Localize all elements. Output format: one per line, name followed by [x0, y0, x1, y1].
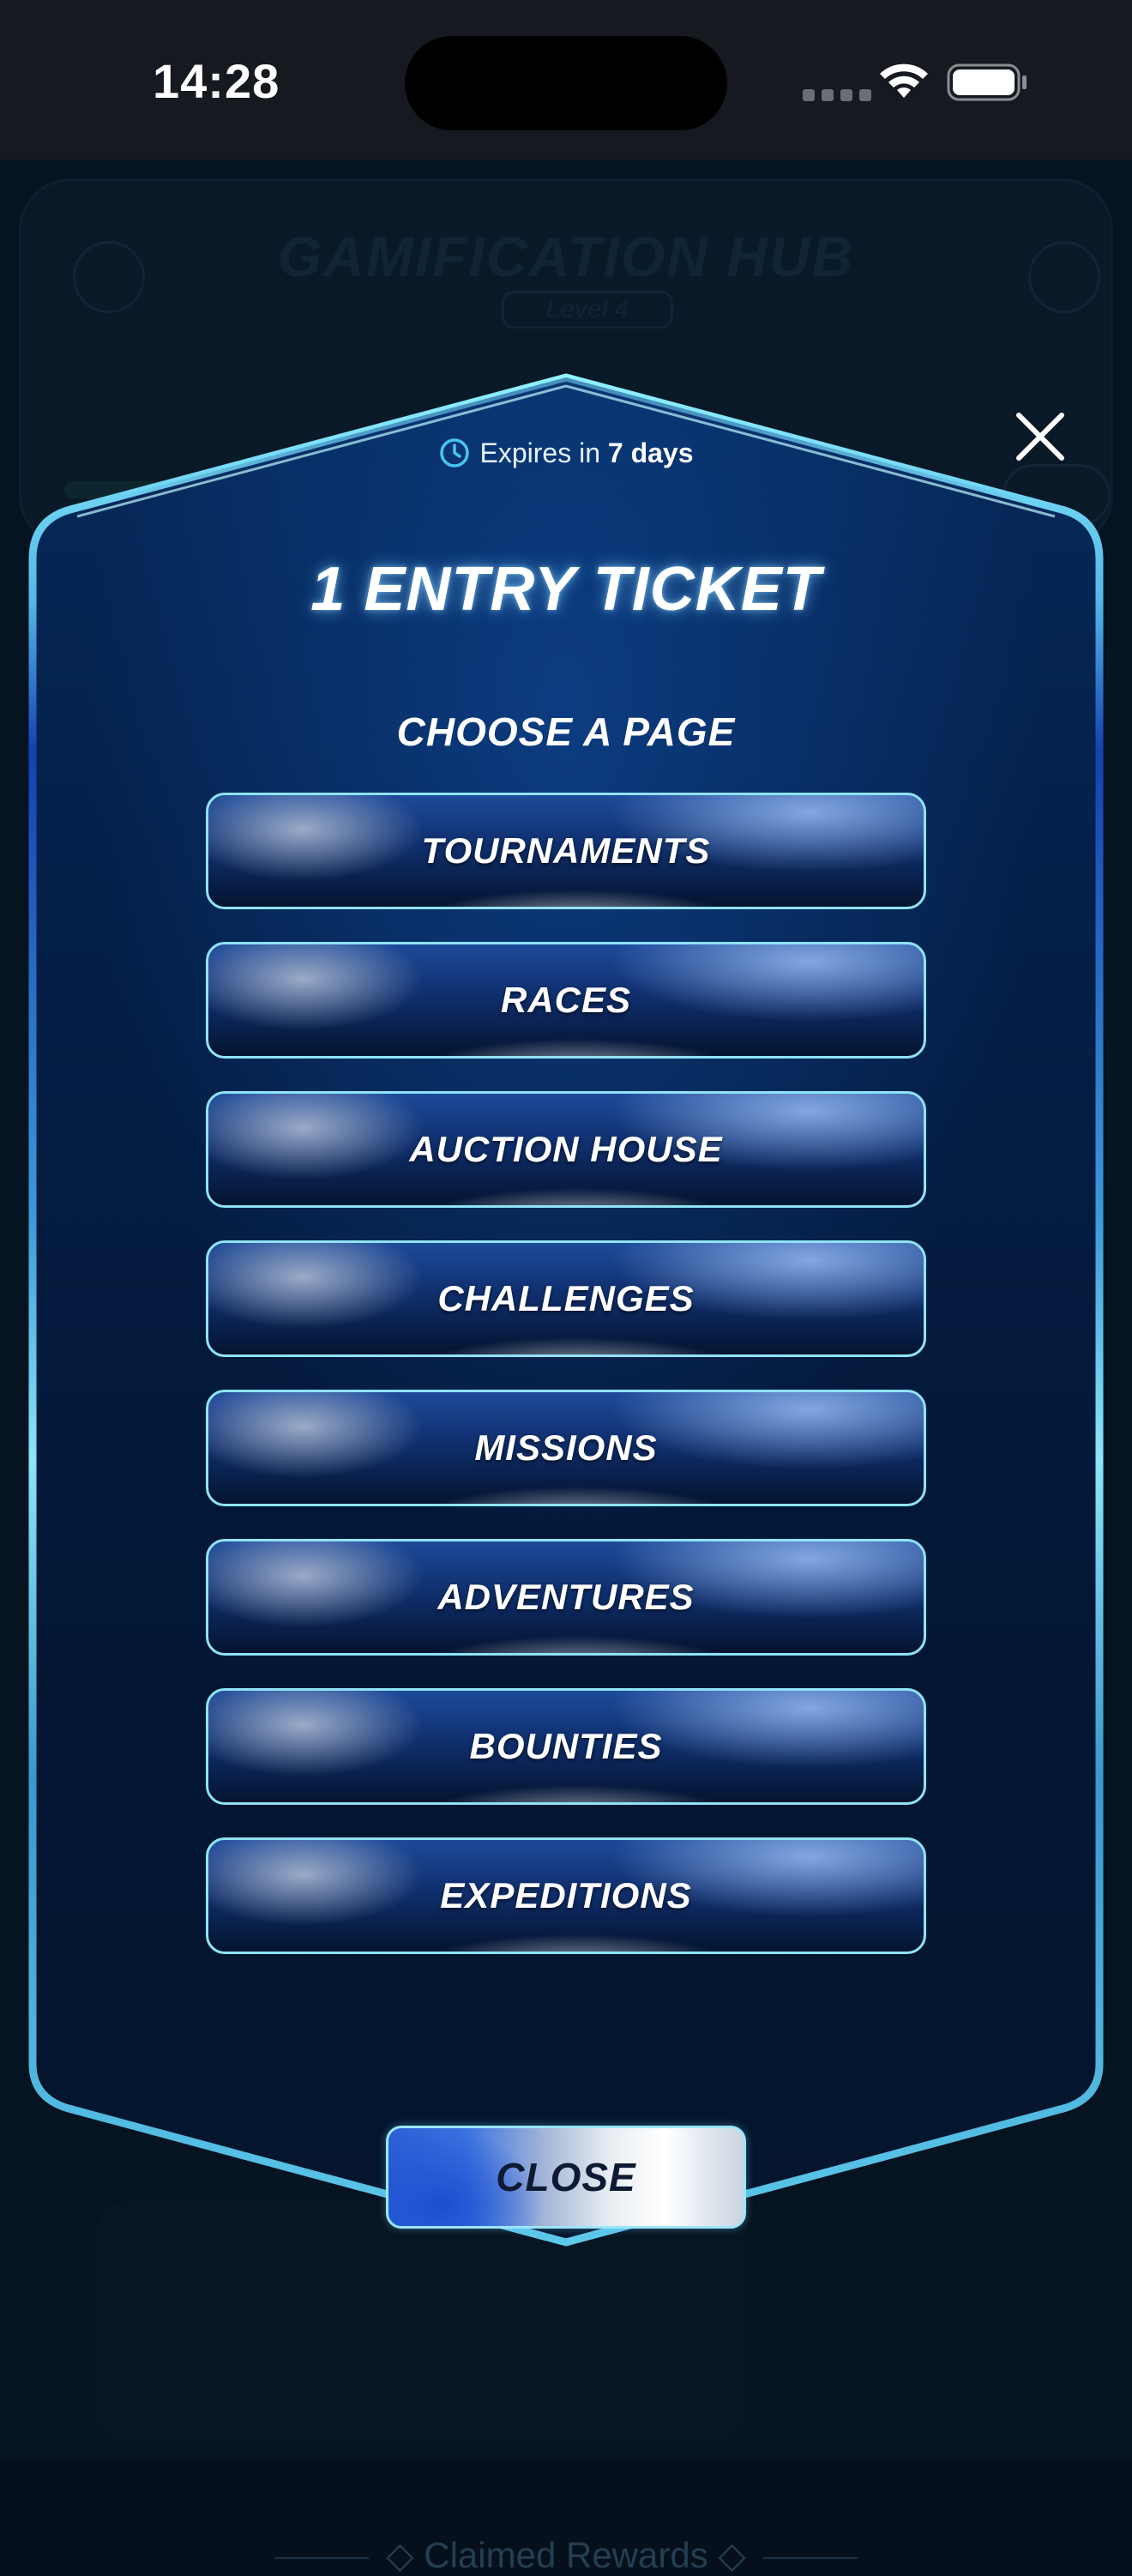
close-button-label: CLOSE [496, 2155, 636, 2199]
choose-page-label: CHOOSE A PAGE [396, 709, 736, 754]
clock-icon [440, 437, 470, 468]
cellular-signal-icon [803, 89, 871, 101]
page-button-missions[interactable]: MISSIONS [206, 1390, 926, 1506]
page-button-races[interactable]: RACES [206, 942, 926, 1059]
page-button-tournaments[interactable]: TOURNAMENTS [206, 793, 926, 909]
status-time: 14:28 [153, 54, 280, 108]
page-button-adventures[interactable]: ADVENTURES [206, 1539, 926, 1656]
page-button-label: TOURNAMENTS [421, 830, 711, 871]
page-button-label: ADVENTURES [437, 1577, 695, 1617]
expiry-notice: Expires in 7 days [0, 437, 1132, 472]
page-button-label: BOUNTIES [469, 1726, 663, 1766]
expires-value: 7 days [607, 437, 694, 468]
page-button-auction-house[interactable]: AUCTION HOUSE [206, 1091, 926, 1208]
page-button-label: AUCTION HOUSE [409, 1129, 723, 1169]
claimed-rewards-header: ◇ Claimed Rewards ◇ [0, 2534, 1132, 2576]
ticket-modal: Expires in 7 days 1 ENTRY TICKET CHOOSE … [0, 0, 1132, 2460]
close-button[interactable]: CLOSE [386, 2126, 746, 2229]
wifi-icon [880, 63, 928, 98]
ticket-title: 1 ENTRY TICKET [310, 555, 822, 624]
page-button-label: EXPEDITIONS [440, 1875, 692, 1915]
claimed-rewards-label: Claimed Rewards [424, 2535, 708, 2575]
dynamic-island [405, 36, 727, 130]
page-button-label: MISSIONS [474, 1427, 658, 1468]
page-button-expeditions[interactable]: EXPEDITIONS [206, 1837, 926, 1954]
page-button-label: RACES [500, 980, 632, 1020]
page-button-challenges[interactable]: CHALLENGES [206, 1240, 926, 1357]
page-button-label: CHALLENGES [437, 1278, 695, 1318]
status-bar: 14:28 [0, 0, 1132, 160]
battery-icon [947, 63, 1027, 101]
expires-prefix: Expires in [479, 437, 600, 468]
page-button-bounties[interactable]: BOUNTIES [206, 1688, 926, 1805]
